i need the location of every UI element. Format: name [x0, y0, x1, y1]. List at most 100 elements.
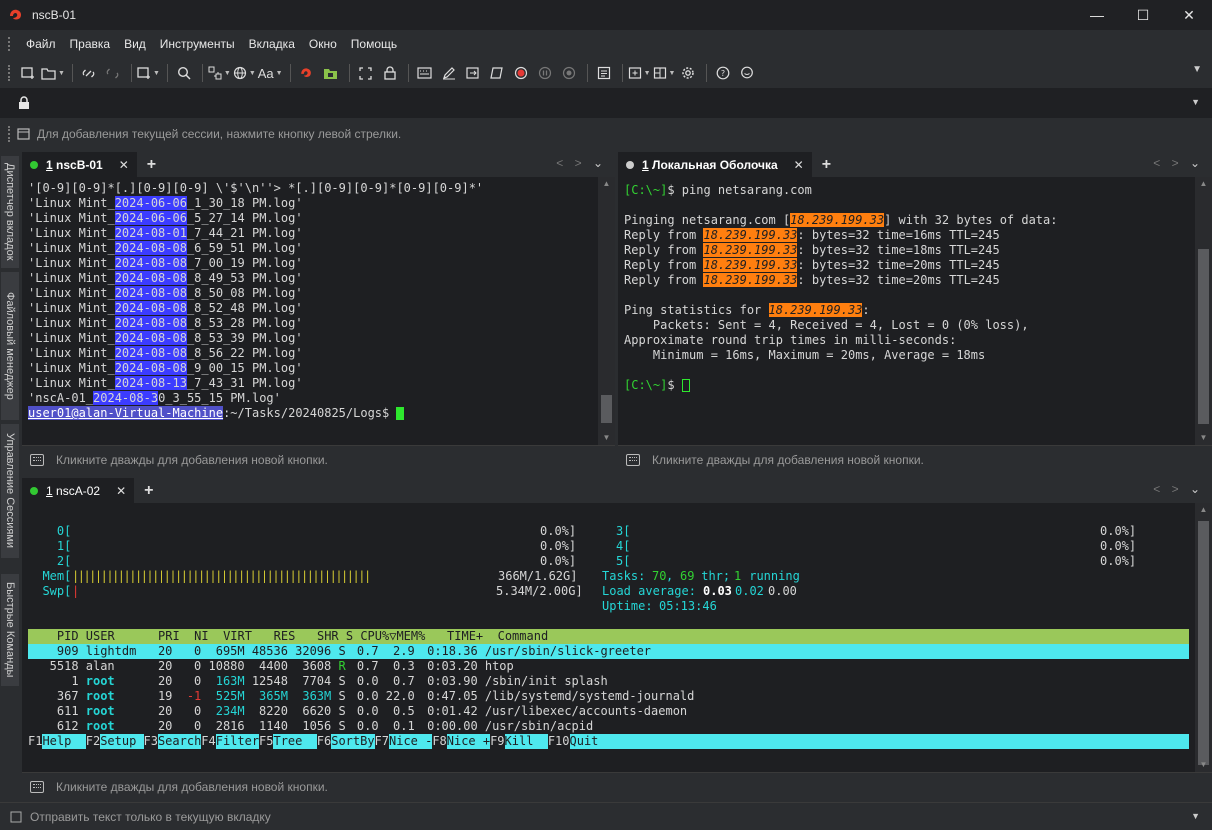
tab-close-icon[interactable]: ✕: [794, 158, 804, 172]
terminal-scrollbar[interactable]: ▲ ▼: [1195, 177, 1212, 445]
fkey-label[interactable]: Tree: [273, 734, 317, 749]
menu-file[interactable]: Файл: [19, 37, 63, 51]
menu-tools[interactable]: Инструменты: [153, 37, 242, 51]
sidebar-quick-commands[interactable]: Быстрые Команды: [1, 574, 19, 686]
quick-button-bar[interactable]: Кликните дважды для добавления новой кно…: [22, 772, 1212, 800]
maximize-button[interactable]: ☐: [1120, 0, 1166, 30]
quick-button-bar[interactable]: Кликните дважды для добавления новой кно…: [618, 445, 1212, 473]
terminal-output[interactable]: [C:\~]$ ping netsarang.com Pinging netsa…: [618, 177, 1195, 445]
menu-edit[interactable]: Правка: [63, 37, 118, 51]
fkey-label[interactable]: SortBy: [331, 734, 375, 749]
fkey-label[interactable]: Quit: [569, 734, 599, 749]
close-window-button[interactable]: ✕: [1166, 0, 1212, 30]
xftp-folder-button[interactable]: [320, 62, 342, 84]
tab-nsca-02[interactable]: 1 nscA-02 ✕: [22, 478, 135, 503]
xftp-button[interactable]: [296, 62, 318, 84]
new-session-button[interactable]: [17, 62, 39, 84]
fkey-f4[interactable]: F4: [201, 734, 216, 749]
settings-button[interactable]: [677, 62, 699, 84]
fkey-label[interactable]: Nice +: [446, 734, 491, 749]
fkey-f10[interactable]: F10: [547, 734, 570, 749]
open-folder-button[interactable]: ▼: [41, 62, 65, 84]
lock-button[interactable]: [379, 62, 401, 84]
toolbar-grip[interactable]: [8, 65, 11, 81]
menu-window[interactable]: Окно: [302, 37, 344, 51]
sidebar-file-manager[interactable]: Файловый менеджер: [1, 272, 19, 420]
fkey-f7[interactable]: F7: [374, 734, 389, 749]
htop-output[interactable]: 0[0.0%] 1[0.0%] 2[0.0%] 3[0.0%] 4[0.0%] 5[0…: [22, 503, 1195, 772]
transfer-button[interactable]: ▼: [208, 62, 231, 84]
sidebar-tab-manager[interactable]: Диспетчер вкладок: [1, 156, 19, 268]
tab-close-icon[interactable]: ✕: [116, 484, 126, 498]
add-tab-button[interactable]: +: [147, 152, 156, 177]
send-button[interactable]: [462, 62, 484, 84]
help-button[interactable]: ?: [712, 62, 734, 84]
process-row[interactable]: 909 lightdm 20 0 695M 48536 32096 S 0.7 2.9 0:…: [28, 644, 1189, 659]
terminal-scrollbar[interactable]: ▲ ▼: [1195, 503, 1212, 772]
sidebar-session-manager[interactable]: Управление Сессиями: [1, 424, 19, 558]
fkey-f6[interactable]: F6: [316, 734, 332, 749]
menu-view[interactable]: Вид: [117, 37, 153, 51]
pause-button[interactable]: [534, 62, 556, 84]
links-grip[interactable]: [8, 126, 11, 142]
log-button[interactable]: [593, 62, 615, 84]
tab-nav[interactable]: < > ⌄: [1153, 156, 1204, 170]
fkey-label[interactable]: Search: [157, 734, 202, 749]
fkey-f9[interactable]: F9: [490, 734, 505, 749]
process-row[interactable]: 367 root 19 -1 525M 365M 363M S 0.0 22.0 0:47…: [28, 689, 1189, 704]
menu-tab[interactable]: Вкладка: [242, 37, 302, 51]
new-tab-button[interactable]: ▼: [137, 62, 160, 84]
stop-button[interactable]: [558, 62, 580, 84]
keyboard-button[interactable]: [414, 62, 436, 84]
add-tab-button[interactable]: +: [144, 478, 153, 503]
fkey-f1[interactable]: F1: [28, 734, 43, 749]
tab-nav[interactable]: < > ⌄: [1153, 482, 1204, 496]
find-button[interactable]: [173, 62, 195, 84]
encoding-button[interactable]: ▼: [233, 62, 256, 84]
menu-help[interactable]: Помощь: [344, 37, 404, 51]
minimize-button[interactable]: —: [1074, 0, 1120, 30]
match-highlight: 2024-08-08: [114, 286, 187, 300]
menu-grip[interactable]: [8, 37, 11, 51]
chat-button[interactable]: [736, 62, 758, 84]
font-button[interactable]: Aa ▼: [258, 62, 283, 84]
process-row[interactable]: 612 root 20 0 2816 1140 1056 S 0.0 0.1 0:00.…: [28, 719, 1189, 734]
new-window-button[interactable]: ▼: [628, 62, 651, 84]
address-bar[interactable]: ▼: [0, 88, 1212, 118]
disconnect-button[interactable]: [102, 62, 124, 84]
fkey-label[interactable]: Kill: [504, 734, 548, 749]
terminal-output[interactable]: '[0-9][0-9]*[.][0-9][0-9] \'$'\n''> *[.]…: [22, 177, 598, 445]
toolbar-overflow-icon[interactable]: ▼: [1192, 64, 1202, 75]
record-button[interactable]: [510, 62, 532, 84]
layout-button[interactable]: ▼: [653, 62, 675, 84]
gear-icon: [682, 67, 695, 79]
process-row[interactable]: 611 root 20 0 234M 8220 6620 S 0.0 0.5 0:01.…: [28, 704, 1189, 719]
fkey-label[interactable]: Nice -: [389, 734, 433, 749]
compose-button[interactable]: [438, 62, 460, 84]
process-row[interactable]: 1 root 20 0 163M 12548 7704 S 0.0 0.7 0:03.90…: [28, 674, 1189, 689]
fkey-label[interactable]: Help: [42, 734, 86, 749]
compose-dropdown-icon[interactable]: ▼: [1191, 811, 1200, 821]
add-tab-button[interactable]: +: [822, 152, 831, 177]
tab-nav[interactable]: < > ⌄: [556, 156, 607, 170]
process-row[interactable]: 5518 alan 20 0 10880 4400 3608 R 0.7 0.3 0:03…: [28, 659, 1189, 674]
tab-close-icon[interactable]: ✕: [119, 158, 129, 172]
address-dropdown-icon[interactable]: ▼: [1191, 97, 1200, 107]
title-bar: nscB-01 — ☐ ✕: [0, 0, 1212, 30]
add-session-icon[interactable]: [17, 127, 31, 141]
reconnect-button[interactable]: [78, 62, 100, 84]
script-button[interactable]: [486, 62, 508, 84]
quick-button-bar[interactable]: Кликните дважды для добавления новой кно…: [22, 445, 615, 473]
fkey-f5[interactable]: F5: [259, 734, 274, 749]
ip-highlight: 18.239.199.33: [703, 228, 798, 242]
tab-local-shell[interactable]: 1 Локальная Оболочка ✕: [618, 152, 812, 177]
compose-bar[interactable]: Отправить текст только в текущую вкладку…: [0, 802, 1212, 830]
terminal-scrollbar[interactable]: ▲ ▼: [598, 177, 615, 445]
fkey-f3[interactable]: F3: [143, 734, 158, 749]
fullscreen-button[interactable]: [355, 62, 377, 84]
fkey-label[interactable]: Setup: [100, 734, 144, 749]
fkey-label[interactable]: Filter: [215, 734, 260, 749]
tab-nscb-01[interactable]: 1 nscB-01 ✕: [22, 152, 137, 177]
fkey-f8[interactable]: F8: [432, 734, 447, 749]
fkey-f2[interactable]: F2: [85, 734, 101, 749]
